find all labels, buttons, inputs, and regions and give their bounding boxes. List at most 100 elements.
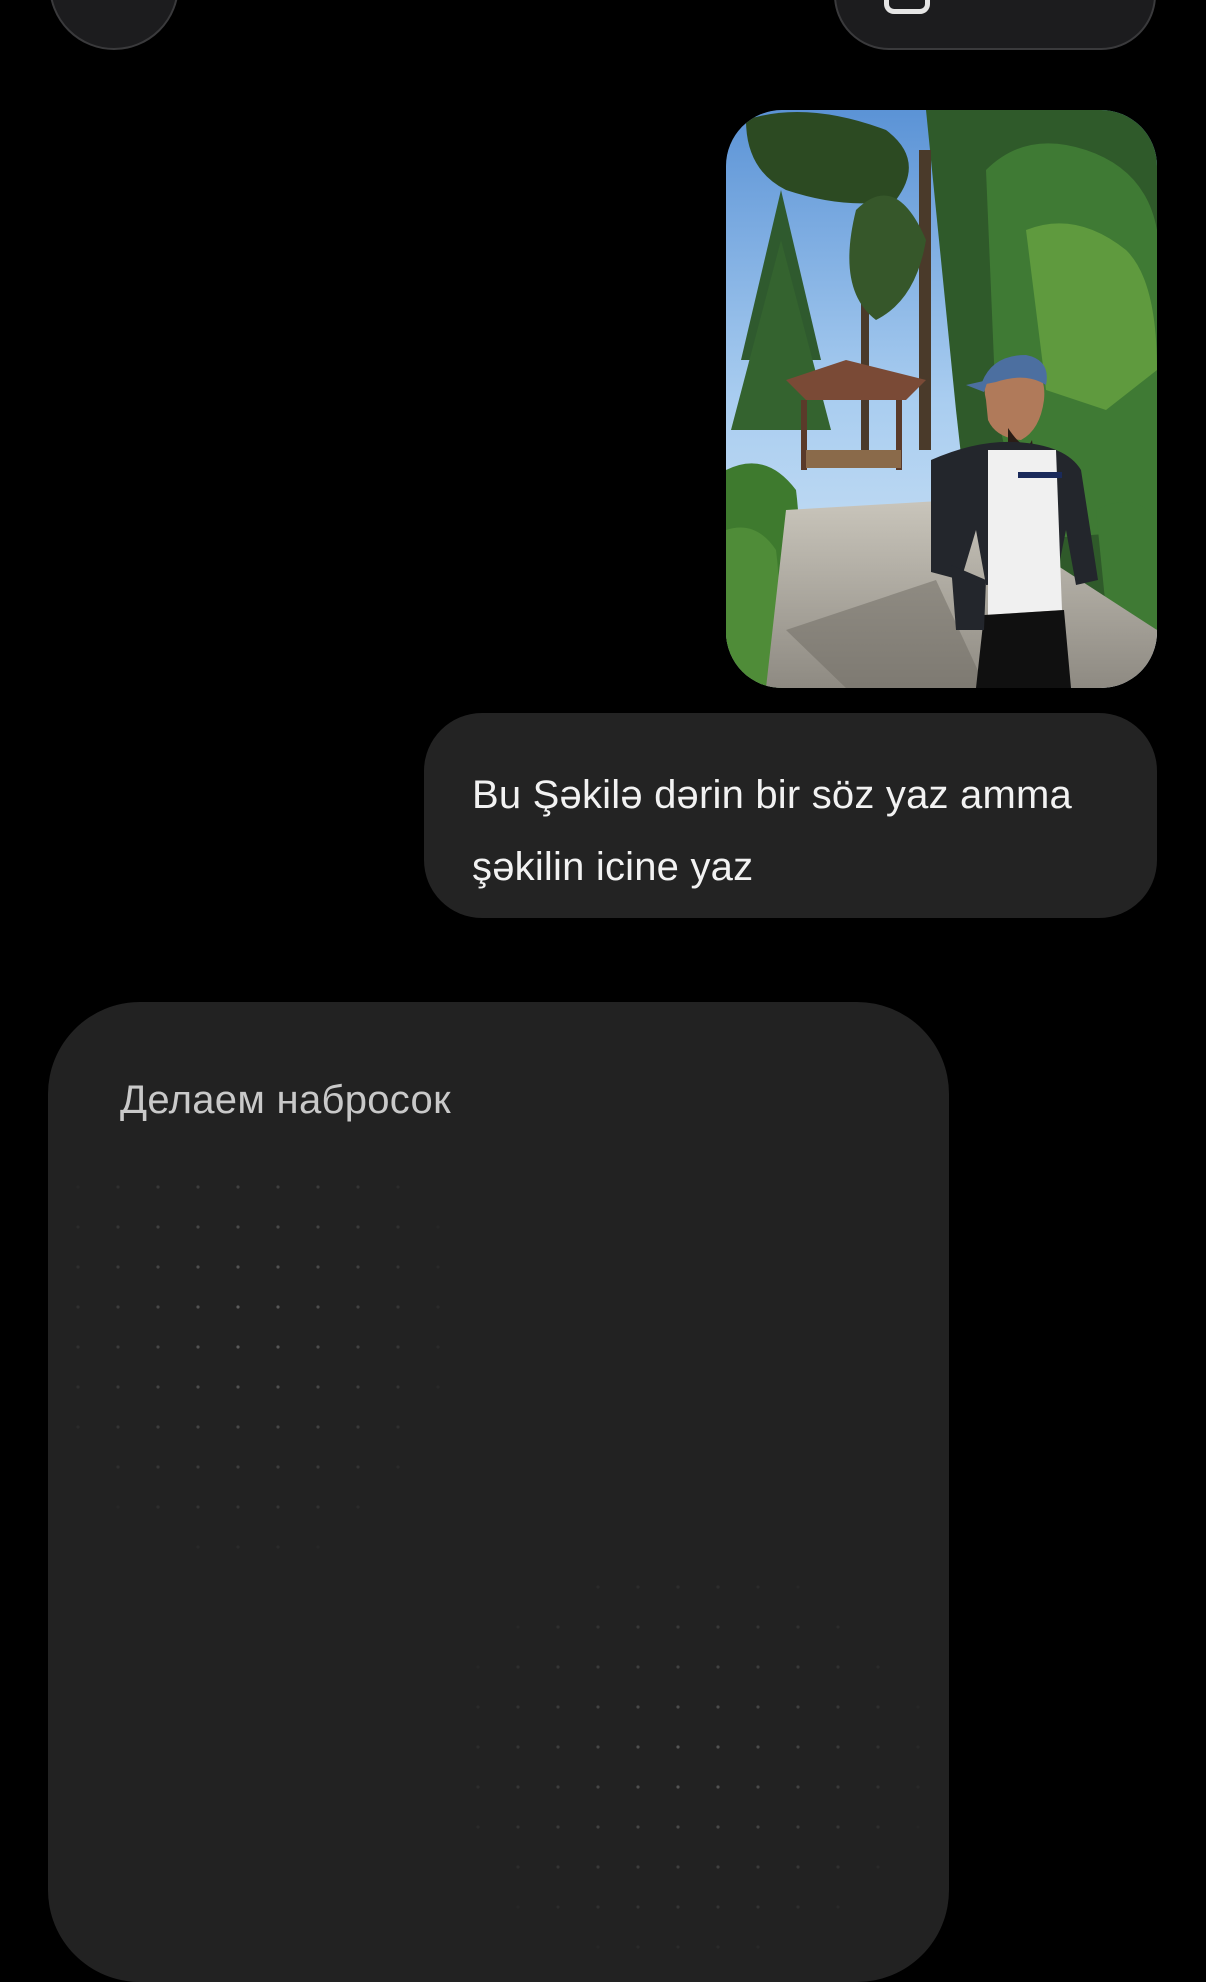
loading-dot: [156, 1345, 160, 1349]
loading-dot: [836, 1625, 840, 1629]
loading-dot: [596, 1665, 600, 1669]
loading-dot: [796, 1825, 800, 1829]
loading-dot: [356, 1185, 360, 1189]
loading-dot: [676, 1585, 680, 1589]
loading-dot: [116, 1225, 120, 1229]
loading-dot: [676, 1865, 680, 1869]
assistant-sketch-card: Делаем набросок: [48, 1002, 949, 1982]
loading-dot: [436, 1265, 440, 1269]
loading-dot: [236, 1545, 240, 1549]
loading-dot: [276, 1185, 280, 1189]
loading-dot: [796, 1905, 800, 1909]
loading-dot: [516, 1745, 520, 1749]
loading-dot: [236, 1345, 240, 1349]
message-line-1: Bu Şəkilə dərin bir söz yaz amma: [472, 773, 1072, 817]
loading-dot: [636, 1625, 640, 1629]
loading-dot: [636, 1825, 640, 1829]
loading-dot: [76, 1385, 80, 1389]
loading-dot: [836, 1905, 840, 1909]
loading-dot: [716, 1825, 720, 1829]
user-image-message[interactable]: [726, 110, 1157, 688]
loading-dot: [236, 1385, 240, 1389]
loading-dot: [556, 1625, 560, 1629]
loading-dot: [676, 1665, 680, 1669]
loading-dot: [476, 1785, 480, 1789]
loading-dot: [876, 1865, 880, 1869]
loading-dot: [516, 1825, 520, 1829]
photo-thumbnail: [726, 110, 1157, 688]
share-icon: [884, 0, 930, 14]
loading-dot: [876, 1665, 880, 1669]
loading-dot: [156, 1265, 160, 1269]
top-left-button[interactable]: [49, 0, 179, 50]
loading-dot: [516, 1625, 520, 1629]
loading-dot: [476, 1825, 480, 1829]
loading-dot: [156, 1465, 160, 1469]
loading-dot: [156, 1505, 160, 1509]
loading-dot: [596, 1865, 600, 1869]
loading-dot: [516, 1865, 520, 1869]
loading-dot: [716, 1865, 720, 1869]
loading-dot: [236, 1225, 240, 1229]
loading-dot: [396, 1345, 400, 1349]
loading-dot: [636, 1705, 640, 1709]
loading-dot: [236, 1425, 240, 1429]
loading-dot: [756, 1785, 760, 1789]
loading-dot: [116, 1185, 120, 1189]
loading-dot: [436, 1385, 440, 1389]
loading-dot: [796, 1865, 800, 1869]
loading-dot: [796, 1665, 800, 1669]
loading-dot: [156, 1185, 160, 1189]
loading-dot: [756, 1745, 760, 1749]
loading-dot: [196, 1225, 200, 1229]
loading-dot: [836, 1785, 840, 1789]
loading-dot: [196, 1305, 200, 1309]
loading-dot: [516, 1785, 520, 1789]
loading-dot: [276, 1425, 280, 1429]
user-text-message[interactable]: Bu Şəkilə dərin bir söz yaz amma şəkilin…: [424, 713, 1157, 918]
loading-dot: [676, 1745, 680, 1749]
loading-dot: [916, 1785, 920, 1789]
loading-dot: [756, 1905, 760, 1909]
loading-dot: [596, 1625, 600, 1629]
message-line-2: şəkilin icine yaz: [472, 845, 754, 889]
loading-dot: [316, 1185, 320, 1189]
loading-dot: [636, 1585, 640, 1589]
loading-dot: [756, 1665, 760, 1669]
loading-dot: [196, 1185, 200, 1189]
loading-dot: [276, 1465, 280, 1469]
loading-dot: [356, 1385, 360, 1389]
loading-dot: [636, 1745, 640, 1749]
loading-dot: [236, 1265, 240, 1269]
loading-dot: [276, 1265, 280, 1269]
loading-dot: [116, 1385, 120, 1389]
loading-dot: [796, 1705, 800, 1709]
loading-dot: [836, 1665, 840, 1669]
loading-dot: [276, 1385, 280, 1389]
loading-dot: [836, 1825, 840, 1829]
loading-dot: [516, 1905, 520, 1909]
loading-dot: [196, 1265, 200, 1269]
loading-dot: [596, 1585, 600, 1589]
loading-dot: [676, 1705, 680, 1709]
loading-dot: [316, 1425, 320, 1429]
loading-dot: [916, 1745, 920, 1749]
loading-dot: [356, 1265, 360, 1269]
loading-dot: [316, 1505, 320, 1509]
loading-dot: [76, 1225, 80, 1229]
loading-dot: [156, 1385, 160, 1389]
loading-dot: [516, 1665, 520, 1669]
loading-dot: [876, 1825, 880, 1829]
loading-dot: [636, 1865, 640, 1869]
loading-dot: [716, 1705, 720, 1709]
loading-dot: [556, 1825, 560, 1829]
loading-dot: [236, 1185, 240, 1189]
loading-dot: [356, 1305, 360, 1309]
top-right-pill-button[interactable]: [834, 0, 1156, 50]
loading-dot: [676, 1905, 680, 1909]
loading-dot: [476, 1705, 480, 1709]
loading-dot: [236, 1505, 240, 1509]
loading-dot: [796, 1585, 800, 1589]
loading-dot: [116, 1345, 120, 1349]
loading-dot: [396, 1465, 400, 1469]
